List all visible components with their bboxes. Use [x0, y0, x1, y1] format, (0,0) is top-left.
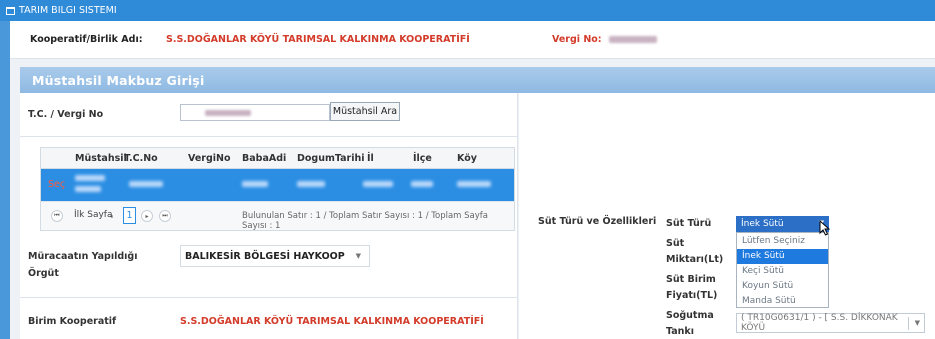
option-keci-sutu[interactable]: Keçi Sütü — [737, 264, 828, 279]
mouse-cursor-icon — [819, 220, 830, 236]
option-manda-sutu[interactable]: Manda Sütü — [737, 294, 828, 309]
vergi-value-redacted — [608, 36, 657, 43]
option-koyun-sutu[interactable]: Koyun Sütü — [737, 279, 828, 294]
coop-label: Kooperatif/Birlik Adı: — [30, 34, 143, 45]
redacted-cell — [242, 181, 268, 187]
mustahsil-ara-button[interactable]: Müstahsil Ara — [330, 102, 400, 121]
redacted-cell — [457, 181, 491, 187]
col-mustahsil[interactable]: Müstahsil — [75, 153, 127, 164]
org-value: BALIKESİR BÖLGESİ HAYKOOP — [185, 250, 345, 262]
page-number[interactable]: 1 — [123, 207, 136, 224]
sut-birim-fiyati-label: Süt Birim Fiyatı(TL) — [666, 274, 718, 301]
select-separator — [908, 317, 909, 330]
divider — [20, 136, 518, 137]
redacted-cell — [297, 181, 325, 187]
tc-vergi-input[interactable] — [180, 104, 330, 121]
option-lutfen-seciniz[interactable]: Lütfen Seçiniz — [737, 234, 828, 249]
next-page-icon[interactable]: ▸ — [141, 210, 153, 222]
sogutma-tanki-label: Soğutma Tankı — [666, 310, 714, 337]
col-tcno[interactable]: T.C.No — [124, 153, 158, 164]
col-ilce[interactable]: İlçe — [413, 153, 432, 164]
birim-label: Birim Kooperatif — [28, 316, 117, 327]
chevron-down-icon: ▼ — [355, 252, 361, 260]
coop-name: S.S.DOĞANLAR KÖYÜ TARIMSAL KALKINMA KOOP… — [166, 34, 470, 45]
sut-miktari-label: Süt Miktarı(Lt) — [666, 238, 724, 265]
chevron-down-icon: ▼ — [914, 319, 920, 327]
table-row[interactable]: Seç — [41, 169, 514, 201]
sut-turu-label: Süt Türü — [666, 218, 712, 229]
sut-section-label: Süt Türü ve Özellikleri — [538, 216, 657, 227]
redacted-cell — [75, 186, 101, 192]
redacted-cell — [129, 181, 163, 187]
row-select-link[interactable]: Seç — [48, 179, 65, 190]
vergi-label: Vergi No: — [552, 34, 602, 45]
window-title: TARIM BILGI SISTEMI — [19, 5, 117, 16]
tank-value: ( TR10G0631/1 ) - [ S.S. DİKKONAK KÖYÜ — [741, 313, 898, 333]
grid-header: Müstahsil T.C.No VergiNo BabaAdi DogumTa… — [41, 148, 514, 169]
coop-info-bar: Kooperatif/Birlik Adı: S.S.DOĞANLAR KÖYÜ… — [10, 21, 935, 59]
org-label: Müracaatın Yapıldığı Örgüt — [28, 251, 138, 279]
pager-status: Bulunulan Satır : 1 / Toplam Satır Sayıs… — [242, 211, 488, 231]
col-babaadi[interactable]: BabaAdi — [242, 153, 286, 164]
redacted-cell — [75, 175, 105, 181]
sut-turu-select[interactable]: İnek Sütü ▼ — [736, 216, 829, 232]
redacted-cell — [363, 181, 393, 187]
grid-pager: ⏮ İlk Sayfa ◂ 1 ▸ ⏭ Bulunulan Satır : 1 … — [41, 201, 514, 231]
window-icon — [6, 6, 15, 15]
vergi-no: Vergi No: — [552, 34, 657, 45]
col-dogumtarihi[interactable]: DogumTarihi — [297, 153, 365, 164]
sut-turu-options: Lütfen Seçiniz İnek Sütü Keçi Sütü Koyun… — [736, 232, 829, 308]
sut-turu-selected: İnek Sütü — [741, 219, 784, 229]
redacted-cell — [411, 181, 433, 187]
divider — [20, 297, 518, 298]
col-koy[interactable]: Köy — [457, 153, 477, 164]
option-inek-sutu[interactable]: İnek Sütü — [737, 249, 828, 264]
tc-value-redacted — [205, 110, 251, 116]
org-dropdown[interactable]: BALIKESİR BÖLGESİ HAYKOOP ▼ — [180, 245, 370, 267]
mustahsil-grid: Müstahsil T.C.No VergiNo BabaAdi DogumTa… — [40, 147, 515, 231]
tc-vergi-label: T.C. / Vergi No — [28, 109, 104, 120]
last-page-icon[interactable]: ⏭ — [159, 210, 171, 222]
col-vergino[interactable]: VergiNo — [188, 153, 231, 164]
section-header: Müstahsil Makbuz Girişi — [20, 67, 935, 93]
birim-value: S.S.DOĞANLAR KÖYÜ TARIMSAL KALKINMA KOOP… — [180, 316, 484, 327]
prev-page-icon[interactable]: ◂ — [107, 210, 115, 222]
first-page-icon[interactable]: ⏮ — [51, 210, 63, 222]
col-il[interactable]: İl — [367, 153, 374, 164]
sogutma-tanki-select[interactable]: ( TR10G0631/1 ) - [ S.S. DİKKONAK KÖYÜ ▼ — [736, 313, 925, 333]
title-bar: TARIM BILGI SISTEMI — [0, 0, 935, 21]
left-edge-strip — [0, 21, 10, 339]
